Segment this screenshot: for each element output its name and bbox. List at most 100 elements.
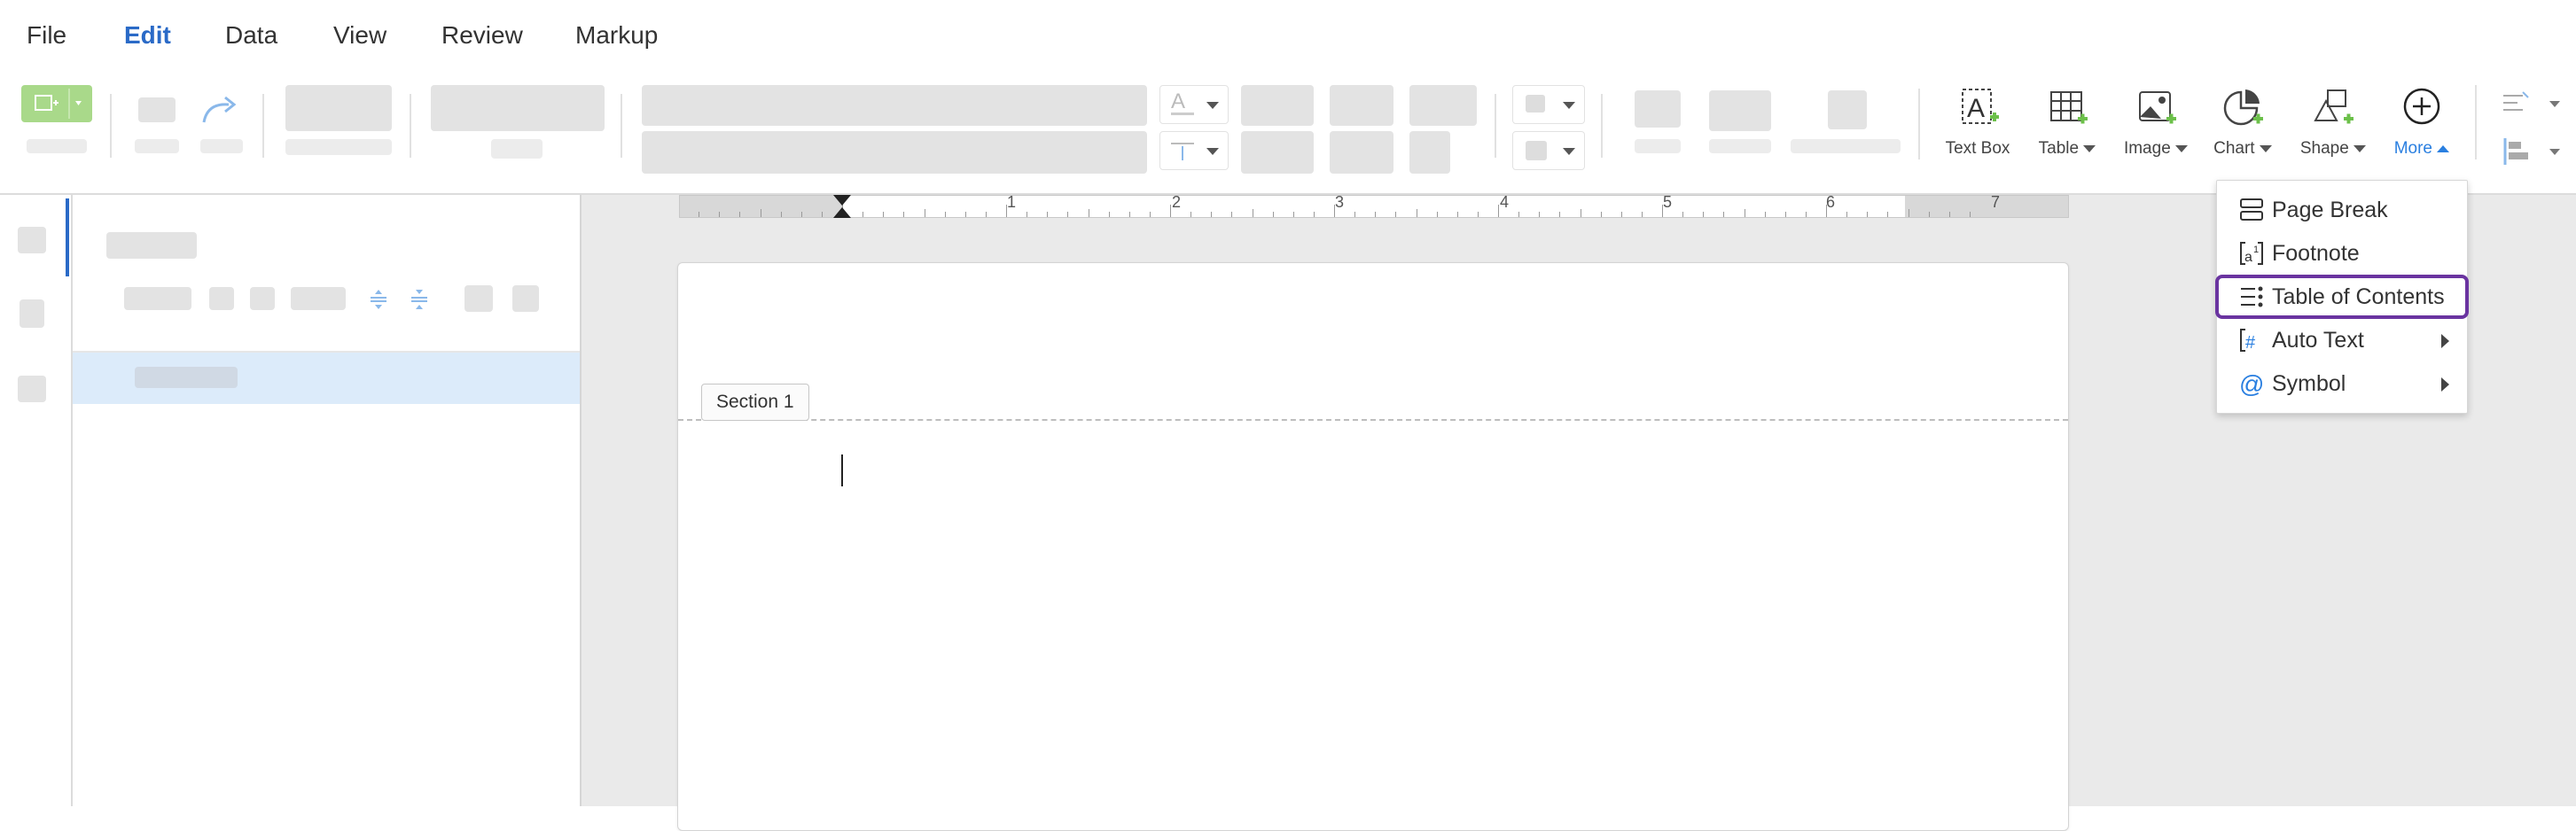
align-icon bbox=[2503, 91, 2560, 111]
alignment-dropdown[interactable] bbox=[2496, 133, 2564, 170]
menu-item-auto-text[interactable]: # Auto Text bbox=[2217, 320, 2467, 361]
ruler-tick bbox=[1969, 212, 1971, 217]
ruler-tick bbox=[739, 212, 741, 217]
paragraph-style-dropdown[interactable] bbox=[2496, 85, 2564, 122]
ruler-tick bbox=[1805, 212, 1807, 217]
border-color-dropdown[interactable] bbox=[1512, 131, 1585, 170]
table-of-contents-icon bbox=[2241, 286, 2263, 307]
svg-text:A: A bbox=[1967, 94, 1985, 123]
ruler-tick bbox=[1784, 212, 1786, 217]
text-box-label: Text Box bbox=[1945, 139, 2010, 158]
horizontal-ruler[interactable] bbox=[679, 195, 2069, 218]
menu-markup[interactable]: Markup bbox=[575, 21, 658, 50]
ruler-tick bbox=[719, 212, 721, 217]
ruler-tick bbox=[1272, 212, 1274, 217]
menu-view[interactable]: View bbox=[333, 21, 386, 50]
ruler-tick bbox=[1682, 212, 1684, 217]
indent-marker[interactable] bbox=[831, 195, 853, 222]
ruler-tick bbox=[1641, 212, 1643, 217]
ruler-tick bbox=[1928, 212, 1930, 217]
ruler-tick bbox=[1723, 212, 1725, 217]
menu-item-label: Page Break bbox=[2272, 198, 2388, 222]
ruler-tick bbox=[1477, 212, 1479, 217]
menu-item-label: Footnote bbox=[2272, 241, 2360, 266]
collapse-icon[interactable] bbox=[408, 287, 431, 316]
ruler-tick bbox=[944, 212, 946, 217]
section-divider bbox=[678, 419, 2068, 421]
rail-item[interactable] bbox=[18, 227, 46, 253]
ruler-tick bbox=[1948, 212, 1950, 217]
ruler-tick bbox=[1867, 212, 1869, 217]
chart-tool[interactable]: Chart bbox=[2207, 85, 2278, 159]
menu-item-table-of-contents[interactable]: Table of Contents bbox=[2215, 275, 2469, 319]
more-tool[interactable]: More bbox=[2385, 85, 2459, 159]
menu-item-label: Symbol bbox=[2272, 371, 2346, 396]
ruler-tick bbox=[903, 212, 905, 217]
menu-item-symbol[interactable]: @ Symbol bbox=[2217, 363, 2467, 404]
ruler-number: 7 bbox=[1991, 193, 2001, 211]
menu-item-page-break[interactable]: Page Break bbox=[2217, 190, 2467, 230]
image-label: Image bbox=[2123, 139, 2171, 158]
ruler-tick bbox=[964, 212, 966, 217]
svg-text:@: @ bbox=[2239, 370, 2264, 397]
ruler-tick bbox=[1313, 212, 1315, 217]
menu-review[interactable]: Review bbox=[441, 21, 523, 50]
ruler-tick bbox=[1620, 212, 1622, 217]
outline-panel bbox=[73, 195, 582, 806]
footnote-icon: a 1 bbox=[2240, 242, 2263, 265]
ruler-tick bbox=[1764, 212, 1766, 217]
auto-text-icon: # bbox=[2240, 329, 2256, 353]
font-color-dropdown[interactable]: A bbox=[1159, 85, 1229, 124]
expand-icon[interactable] bbox=[367, 287, 390, 316]
chevron-up-icon bbox=[2437, 144, 2450, 152]
ruler-number: 3 bbox=[1335, 193, 1345, 211]
table-tool[interactable]: Table bbox=[2032, 85, 2103, 159]
fill-color-dropdown[interactable] bbox=[1512, 85, 1585, 124]
chart-label: Chart bbox=[2213, 139, 2255, 158]
menu-data[interactable]: Data bbox=[225, 21, 277, 50]
menu-item-footnote[interactable]: a 1 Footnote bbox=[2217, 233, 2467, 274]
image-tool[interactable]: Image bbox=[2119, 85, 2193, 159]
ruler-tick bbox=[1846, 212, 1848, 217]
chevron-down-icon bbox=[2259, 144, 2272, 152]
section-label[interactable]: Section 1 bbox=[701, 384, 809, 421]
table-icon bbox=[2050, 91, 2088, 124]
menu-item-label: Table of Contents bbox=[2272, 284, 2445, 309]
ruler-tick bbox=[1703, 212, 1705, 217]
plus-circle-icon bbox=[2403, 88, 2440, 125]
chevron-down-icon bbox=[2083, 144, 2096, 152]
rail-item[interactable] bbox=[18, 376, 46, 402]
chevron-right-icon bbox=[2441, 377, 2449, 392]
ruler-tick bbox=[1600, 212, 1602, 217]
redo-icon[interactable] bbox=[199, 92, 241, 132]
svg-text:#: # bbox=[2245, 333, 2256, 353]
align-left-icon bbox=[2503, 138, 2560, 165]
ruler-tick bbox=[821, 212, 823, 217]
menu-edit[interactable]: Edit bbox=[124, 21, 171, 50]
text-cursor bbox=[841, 454, 843, 486]
text-box-tool[interactable]: A Text Box bbox=[1943, 85, 2012, 159]
rail-item[interactable] bbox=[20, 299, 44, 328]
table-label: Table bbox=[2038, 139, 2080, 158]
insert-page-button[interactable] bbox=[21, 85, 92, 122]
ruler-tick bbox=[1559, 212, 1561, 217]
spacing-dropdown[interactable] bbox=[1159, 131, 1229, 170]
page-break-icon bbox=[2240, 198, 2263, 221]
chevron-down-icon bbox=[2175, 144, 2189, 152]
ruler-number: 2 bbox=[1172, 193, 1182, 211]
chevron-down-icon bbox=[2354, 144, 2367, 152]
ruler-tick bbox=[1375, 212, 1377, 217]
ruler-tick bbox=[1539, 212, 1541, 217]
document-page[interactable]: Section 1 bbox=[677, 262, 2069, 831]
ruler-tick bbox=[1026, 212, 1028, 217]
menu-file[interactable]: File bbox=[27, 21, 66, 50]
more-label: More bbox=[2393, 139, 2432, 158]
shape-tool[interactable]: Shape bbox=[2296, 85, 2370, 159]
ruler-tick bbox=[1211, 212, 1213, 217]
ruler-number: 1 bbox=[1007, 193, 1017, 211]
ruler-tick bbox=[800, 212, 802, 217]
outline-selected-row[interactable] bbox=[73, 353, 580, 404]
ruler-tick bbox=[1436, 212, 1438, 217]
insert-page-icon bbox=[35, 89, 82, 119]
ruler-number: 4 bbox=[1500, 193, 1510, 211]
